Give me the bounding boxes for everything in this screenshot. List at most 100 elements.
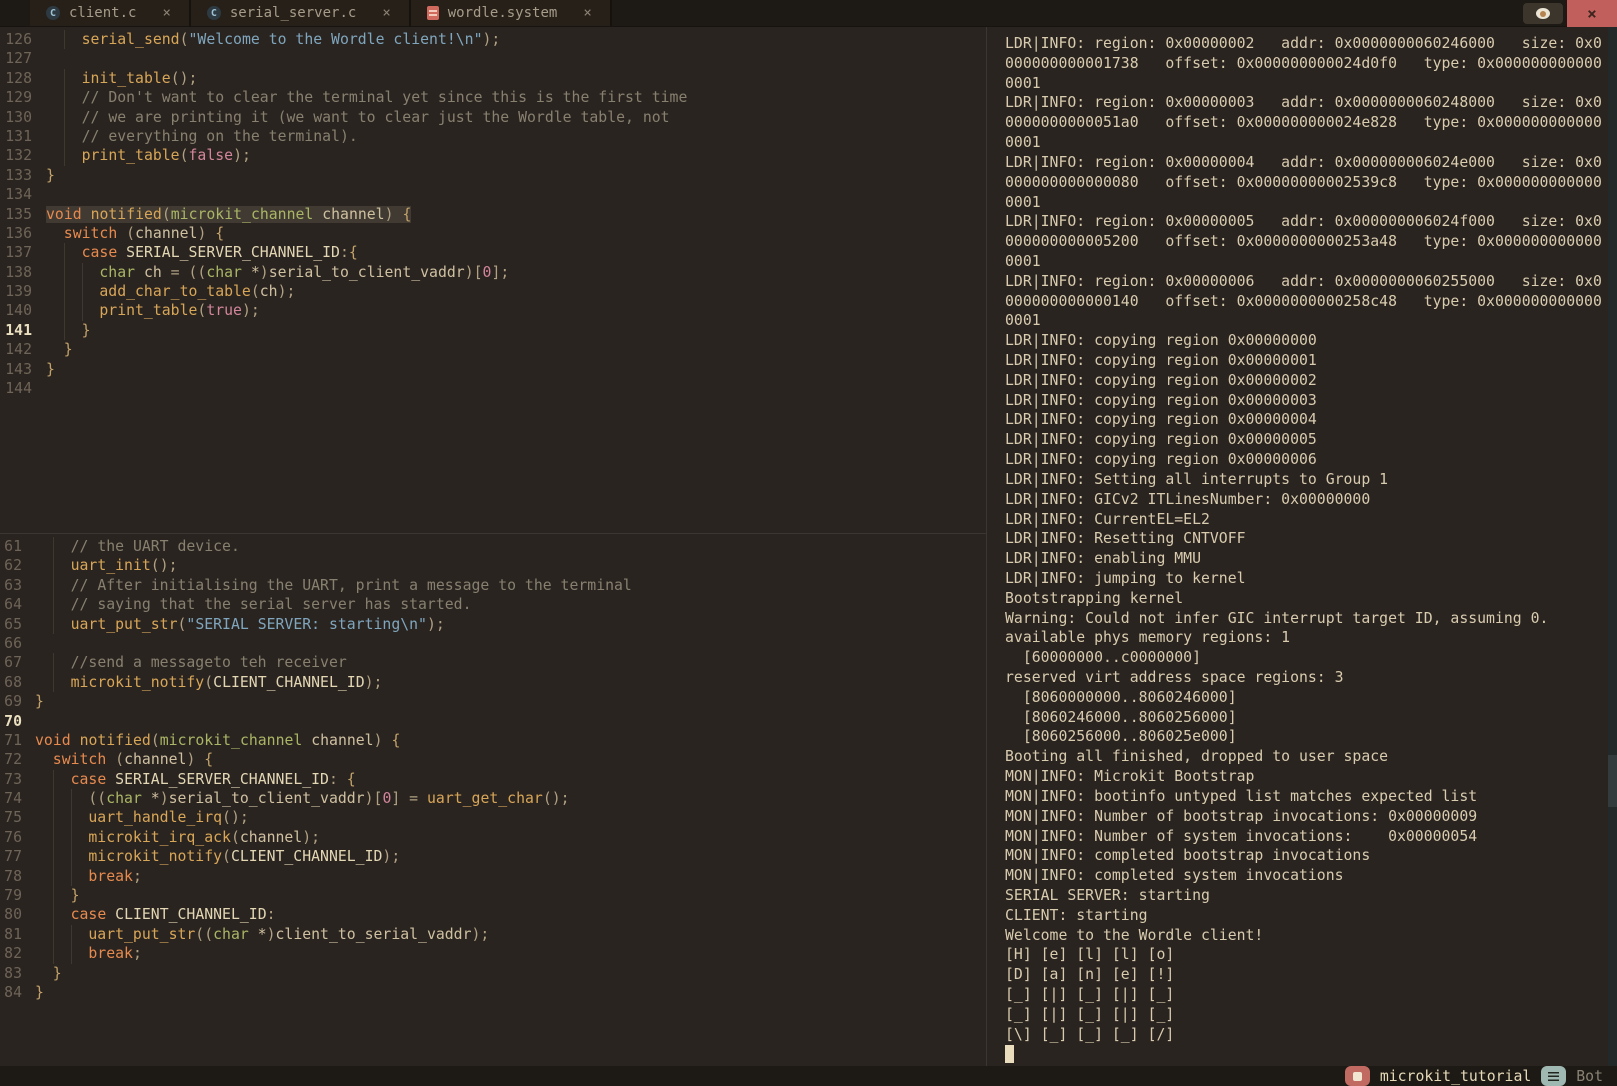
tab-wordle.system[interactable]: wordle.system × bbox=[411, 0, 612, 26]
terminal-line: 000000000000080 offset: 0x00000000002539… bbox=[1005, 173, 1608, 193]
line-number: 140 bbox=[0, 301, 32, 320]
terminal-line: 000000000000140 offset: 0x0000000000258c… bbox=[1005, 292, 1608, 312]
line-number: 66 bbox=[0, 634, 22, 653]
line-number: 137 bbox=[0, 243, 32, 262]
terminal-line: MON|INFO: completed system invocations bbox=[1005, 866, 1608, 886]
line-number: 68 bbox=[0, 673, 22, 692]
terminal-line: reserved virt address space regions: 3 bbox=[1005, 668, 1608, 688]
line-number: 139 bbox=[0, 282, 32, 301]
line-number: 126 bbox=[0, 30, 32, 49]
line-number: 82 bbox=[0, 944, 22, 963]
session-badge-icon bbox=[1345, 1066, 1370, 1086]
terminal-line: MON|INFO: completed bootstrap invocation… bbox=[1005, 846, 1608, 866]
code-line-62: 62uart_init(); bbox=[0, 556, 986, 575]
terminal-scrollbar[interactable] bbox=[1608, 27, 1617, 1066]
code-line-81: 81uart_put_str((char *)client_to_serial_… bbox=[0, 925, 986, 944]
terminal-line: [D] [a] [n] [e] [!] bbox=[1005, 965, 1608, 985]
terminal-line: LDR|INFO: enabling MMU bbox=[1005, 549, 1608, 569]
terminal-line: Warning: Could not infer GIC interrupt t… bbox=[1005, 609, 1608, 629]
tab-label: serial_server.c bbox=[230, 5, 356, 21]
code-line-70: 70 bbox=[0, 712, 986, 731]
code-line-66: 66 bbox=[0, 634, 986, 653]
mode-badge-icon bbox=[1541, 1066, 1566, 1086]
line-number: 133 bbox=[0, 166, 32, 185]
code-line-126: 126serial_send("Welcome to the Wordle cl… bbox=[0, 30, 986, 49]
line-number: 64 bbox=[0, 595, 22, 614]
code-line-129: 129// Don't want to clear the terminal y… bbox=[0, 88, 986, 107]
terminal-line: Bootstrapping kernel bbox=[1005, 589, 1608, 609]
line-number: 143 bbox=[0, 360, 32, 379]
line-number: 131 bbox=[0, 127, 32, 146]
line-number: 67 bbox=[0, 653, 22, 672]
terminal-cursor-line bbox=[1005, 1044, 1608, 1064]
line-number: 144 bbox=[0, 379, 32, 398]
line-number: 136 bbox=[0, 224, 32, 243]
code-line-78: 78break; bbox=[0, 867, 986, 886]
terminal-line: MON|INFO: bootinfo untyped list matches … bbox=[1005, 787, 1608, 807]
code-line-73: 73case SERIAL_SERVER_CHANNEL_ID: { bbox=[0, 770, 986, 789]
tab-label: wordle.system bbox=[448, 5, 558, 21]
terminal-line: Booting all finished, dropped to user sp… bbox=[1005, 747, 1608, 767]
mode-label: Bot bbox=[1576, 1068, 1603, 1085]
terminal-pane[interactable]: LDR|INFO: region: 0x00000002 addr: 0x000… bbox=[987, 27, 1608, 1066]
line-number: 62 bbox=[0, 556, 22, 575]
terminal-line: 0001 bbox=[1005, 252, 1608, 272]
tab-client.c[interactable]: Cclient.c× bbox=[30, 0, 191, 26]
terminal-line: SERIAL SERVER: starting bbox=[1005, 886, 1608, 906]
code-line-135: 135void notified(microkit_channel channe… bbox=[0, 205, 986, 224]
c-language-icon: C bbox=[207, 6, 221, 20]
terminal-line: LDR|INFO: region: 0x00000005 addr: 0x000… bbox=[1005, 212, 1608, 232]
line-number: 65 bbox=[0, 615, 22, 634]
terminal-line: 0001 bbox=[1005, 193, 1608, 213]
line-number: 79 bbox=[0, 886, 22, 905]
code-line-63: 63// After initialising the UART, print … bbox=[0, 576, 986, 595]
tab-close-icon[interactable]: × bbox=[382, 5, 390, 21]
tab-bar: Cclient.c×Cserial_server.c×wordle.system… bbox=[0, 0, 1617, 27]
code-line-80: 80case CLIENT_CHANNEL_ID: bbox=[0, 905, 986, 924]
eye-toggle-button[interactable] bbox=[1523, 3, 1563, 24]
code-line-76: 76microkit_irq_ack(channel); bbox=[0, 828, 986, 847]
code-line-140: 140print_table(true); bbox=[0, 301, 986, 320]
terminal-line: CLIENT: starting bbox=[1005, 906, 1608, 926]
line-number: 142 bbox=[0, 340, 32, 359]
line-number: 127 bbox=[0, 49, 32, 68]
terminal-scrollbar-thumb[interactable] bbox=[1608, 755, 1617, 807]
terminal-line: [8060246000..8060256000] bbox=[1005, 708, 1608, 728]
line-number: 76 bbox=[0, 828, 22, 847]
terminal-line: [\] [_] [_] [_] [/] bbox=[1005, 1025, 1608, 1045]
terminal-line: LDR|INFO: copying region 0x00000002 bbox=[1005, 371, 1608, 391]
status-bar: microkit_tutorial Bot bbox=[0, 1066, 1617, 1086]
tab-close-icon[interactable]: × bbox=[162, 5, 170, 21]
session-name: microkit_tutorial bbox=[1380, 1068, 1531, 1085]
tab-serial_server.c[interactable]: Cserial_server.c × bbox=[191, 0, 411, 26]
terminal-cursor bbox=[1005, 1045, 1014, 1063]
terminal-line: MON|INFO: Number of bootstrap invocation… bbox=[1005, 807, 1608, 827]
line-number: 69 bbox=[0, 692, 22, 711]
line-number: 78 bbox=[0, 867, 22, 886]
code-line-141: 141} bbox=[0, 321, 986, 340]
line-number: 80 bbox=[0, 905, 22, 924]
terminal-line: LDR|INFO: region: 0x00000004 addr: 0x000… bbox=[1005, 153, 1608, 173]
terminal-line: LDR|INFO: copying region 0x00000004 bbox=[1005, 410, 1608, 430]
line-number: 71 bbox=[0, 731, 22, 750]
terminal-line: 0001 bbox=[1005, 74, 1608, 94]
terminal-line: LDR|INFO: region: 0x00000003 addr: 0x000… bbox=[1005, 93, 1608, 113]
line-number: 72 bbox=[0, 750, 22, 769]
terminal-line: LDR|INFO: Setting all interrupts to Grou… bbox=[1005, 470, 1608, 490]
code-line-84: 84} bbox=[0, 983, 986, 1002]
terminal-line: LDR|INFO: region: 0x00000002 addr: 0x000… bbox=[1005, 34, 1608, 54]
editor-pane-serial-server[interactable]: 61// the UART device.62uart_init();63// … bbox=[0, 534, 986, 1066]
terminal-line: available phys memory regions: 1 bbox=[1005, 628, 1608, 648]
tab-close-icon[interactable]: × bbox=[583, 5, 591, 21]
code-line-130: 130// we are printing it (we want to cle… bbox=[0, 108, 986, 127]
editor-pane-client[interactable]: 126serial_send("Welcome to the Wordle cl… bbox=[0, 27, 986, 533]
terminal-line: [_] [|] [_] [|] [_] bbox=[1005, 985, 1608, 1005]
line-number: 138 bbox=[0, 263, 32, 282]
terminal-line: LDR|INFO: Resetting CNTVOFF bbox=[1005, 529, 1608, 549]
terminal-line: [60000000..c0000000] bbox=[1005, 648, 1608, 668]
terminal-line: [_] [|] [_] [|] [_] bbox=[1005, 1005, 1608, 1025]
window-close-button[interactable]: × bbox=[1567, 0, 1617, 27]
terminal-line: LDR|INFO: copying region 0x00000000 bbox=[1005, 331, 1608, 351]
code-line-72: 72switch (channel) { bbox=[0, 750, 986, 769]
line-number: 70 bbox=[0, 712, 22, 731]
